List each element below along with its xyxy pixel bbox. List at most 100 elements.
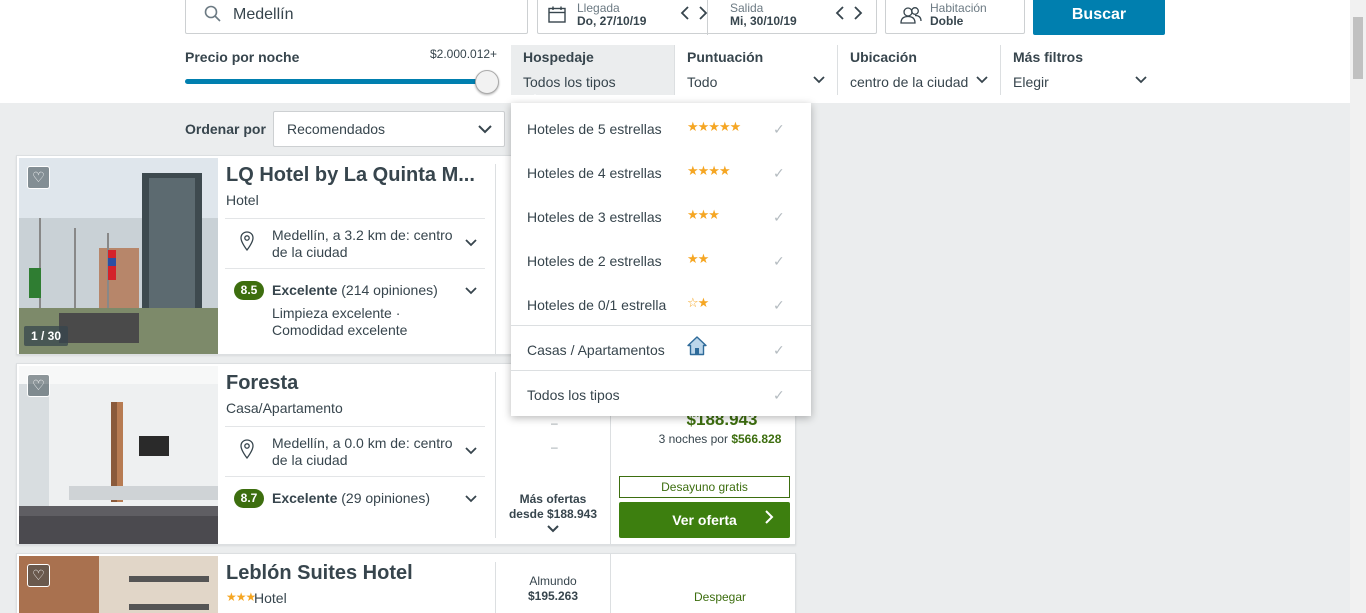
rating-label: Excelente	[272, 490, 338, 506]
price-filter-label: Precio por noche	[185, 49, 300, 65]
dropdown-item-0-1-stars[interactable]: Hoteles de 0/1 estrella ☆★ ✓	[511, 281, 811, 325]
hotel-location[interactable]: Medellín, a 0.0 km de: centro de la ciud…	[225, 426, 485, 477]
hotel-name[interactable]: Leblón Suites Hotel	[226, 562, 413, 585]
dropdown-item-4-stars[interactable]: Hoteles de 4 estrellas ★★★★ ✓	[511, 149, 811, 193]
provider-name: Almundo	[529, 574, 577, 588]
location-text: Medellín, a 3.2 km de: centro de la ciud…	[272, 227, 453, 260]
star-icons: ★★	[687, 251, 709, 266]
scrollbar-thumb[interactable]	[1353, 17, 1363, 79]
divider	[610, 554, 611, 613]
page-scrollbar[interactable]	[1350, 0, 1366, 613]
filter-value: Elegir	[1013, 74, 1049, 90]
guests-icon	[900, 6, 922, 27]
checkin-field[interactable]: Llegada Do, 27/10/19	[538, 0, 708, 35]
price-slider-handle[interactable]	[475, 70, 499, 94]
dropdown-item-label: Hoteles de 4 estrellas	[527, 165, 662, 181]
hotel-name[interactable]: Foresta	[226, 372, 298, 395]
search-header: Medellín Llegada Do, 27/10/19 Salida Mi,…	[0, 0, 1350, 103]
chevron-left-icon[interactable]	[835, 6, 845, 25]
chevron-down-icon	[465, 283, 477, 298]
provider-offer[interactable]: Almundo $195.263	[503, 574, 603, 604]
dropdown-item-5-stars[interactable]: Hoteles de 5 estrellas ★★★★★ ✓	[511, 105, 811, 149]
filter-label: Más filtros	[1013, 49, 1084, 65]
filter-rating[interactable]: Puntuación Todo	[674, 45, 837, 95]
search-icon	[204, 5, 222, 26]
chevron-down-icon	[503, 522, 603, 537]
destination-input[interactable]: Medellín	[185, 0, 528, 34]
sort-value: Recomendados	[287, 121, 386, 137]
favorite-heart-icon[interactable]: ♡	[27, 564, 50, 587]
filter-label: Hospedaje	[523, 49, 594, 65]
location-text: Medellín, a 0.0 km de: centro de la ciud…	[272, 435, 453, 468]
chevron-right-icon[interactable]	[853, 6, 863, 25]
check-icon: ✓	[773, 209, 785, 225]
empty-price-dash: –	[551, 416, 558, 430]
favorite-heart-icon[interactable]: ♡	[27, 166, 50, 189]
dropdown-item-label: Hoteles de 5 estrellas	[527, 121, 662, 137]
filter-value: Todo	[687, 74, 718, 90]
star-icons: ★★★★★	[687, 119, 741, 134]
nights-total: 3 noches por $566.828	[631, 432, 795, 446]
divider	[495, 164, 496, 354]
room-value: Doble	[930, 14, 964, 28]
check-icon: ✓	[773, 297, 785, 313]
check-icon: ✓	[773, 253, 785, 269]
dropdown-item-label: Hoteles de 3 estrellas	[527, 209, 662, 225]
calendar-icon	[548, 6, 566, 26]
partner-name[interactable]: Despegar	[631, 590, 795, 604]
view-deal-label: Ver oferta	[672, 512, 737, 528]
filter-value: centro de la ciudad	[850, 74, 969, 90]
result-card[interactable]: ♡ Leblón Suites Hotel Hotel ★★★ Almundo …	[16, 553, 796, 613]
photo-counter: 1 / 30	[24, 326, 69, 346]
checkout-field[interactable]: Salida Mi, 30/10/19	[708, 0, 878, 35]
more-offers[interactable]: Más ofertas desde $188.943	[503, 492, 603, 537]
rating-label: Excelente	[272, 282, 338, 298]
checkout-value: Mi, 30/10/19	[730, 14, 797, 28]
review-count: (214 opiniones)	[341, 282, 438, 298]
chevron-down-icon	[1135, 73, 1147, 87]
checkin-label: Llegada	[577, 1, 620, 15]
location-pin-icon	[240, 231, 254, 254]
search-button[interactable]: Buscar	[1033, 0, 1165, 35]
dropdown-item-all-types[interactable]: Todos los tipos ✓	[511, 371, 811, 415]
dropdown-item-2-stars[interactable]: Hoteles de 2 estrellas ★★ ✓	[511, 237, 811, 281]
chevron-down-icon	[976, 73, 988, 87]
star-icons: ★★★	[687, 207, 720, 222]
filter-value: Todos los tipos	[523, 74, 616, 90]
dropdown-item-label: Todos los tipos	[527, 387, 620, 403]
rating-badge: 8.7	[234, 489, 264, 508]
dropdown-item-apartments[interactable]: Casas / Apartamentos ✓	[511, 326, 811, 370]
hotel-photo[interactable]: ♡	[19, 556, 218, 613]
favorite-heart-icon[interactable]: ♡	[27, 374, 50, 397]
check-icon: ✓	[773, 387, 785, 403]
room-selector[interactable]: Habitación Doble	[885, 0, 1025, 34]
sort-select[interactable]: Recomendados	[273, 111, 505, 147]
divider	[495, 372, 496, 538]
view-deal-button[interactable]: Ver oferta	[619, 502, 790, 538]
filter-accommodation[interactable]: Hospedaje Todos los tipos	[511, 45, 674, 95]
chevron-right-icon[interactable]	[698, 6, 708, 25]
filter-location[interactable]: Ubicación centro de la ciudad	[837, 45, 1000, 95]
hotel-photo[interactable]: ♡	[19, 366, 218, 544]
sort-label: Ordenar por	[185, 121, 266, 137]
star-icons: ★★★★	[687, 163, 731, 178]
house-icon	[687, 336, 707, 359]
hotel-location[interactable]: Medellín, a 3.2 km de: centro de la ciud…	[225, 218, 485, 269]
chevron-left-icon[interactable]	[680, 6, 690, 25]
hotel-name[interactable]: LQ Hotel by La Quinta M...	[226, 164, 475, 187]
accommodation-dropdown: Hoteles de 5 estrellas ★★★★★ ✓ Hoteles d…	[511, 103, 811, 416]
check-icon: ✓	[773, 342, 785, 358]
chevron-down-icon	[465, 491, 477, 506]
filter-label: Ubicación	[850, 49, 917, 65]
location-pin-icon	[240, 439, 254, 462]
rating-text: Excelente (29 opiniones)	[272, 490, 430, 506]
hotel-photo[interactable]: ♡ 1 / 30	[19, 158, 218, 354]
nights-text: 3 noches por	[658, 432, 728, 446]
free-breakfast-badge: Desayuno gratis	[619, 476, 790, 498]
rating-highlights: Limpieza excelente · Comodidad excelente	[272, 305, 408, 338]
price-slider-track[interactable]	[185, 79, 490, 84]
checkout-label: Salida	[730, 1, 764, 15]
divider	[495, 562, 496, 613]
dropdown-item-3-stars[interactable]: Hoteles de 3 estrellas ★★★ ✓	[511, 193, 811, 237]
filter-more[interactable]: Más filtros Elegir	[1000, 45, 1165, 95]
